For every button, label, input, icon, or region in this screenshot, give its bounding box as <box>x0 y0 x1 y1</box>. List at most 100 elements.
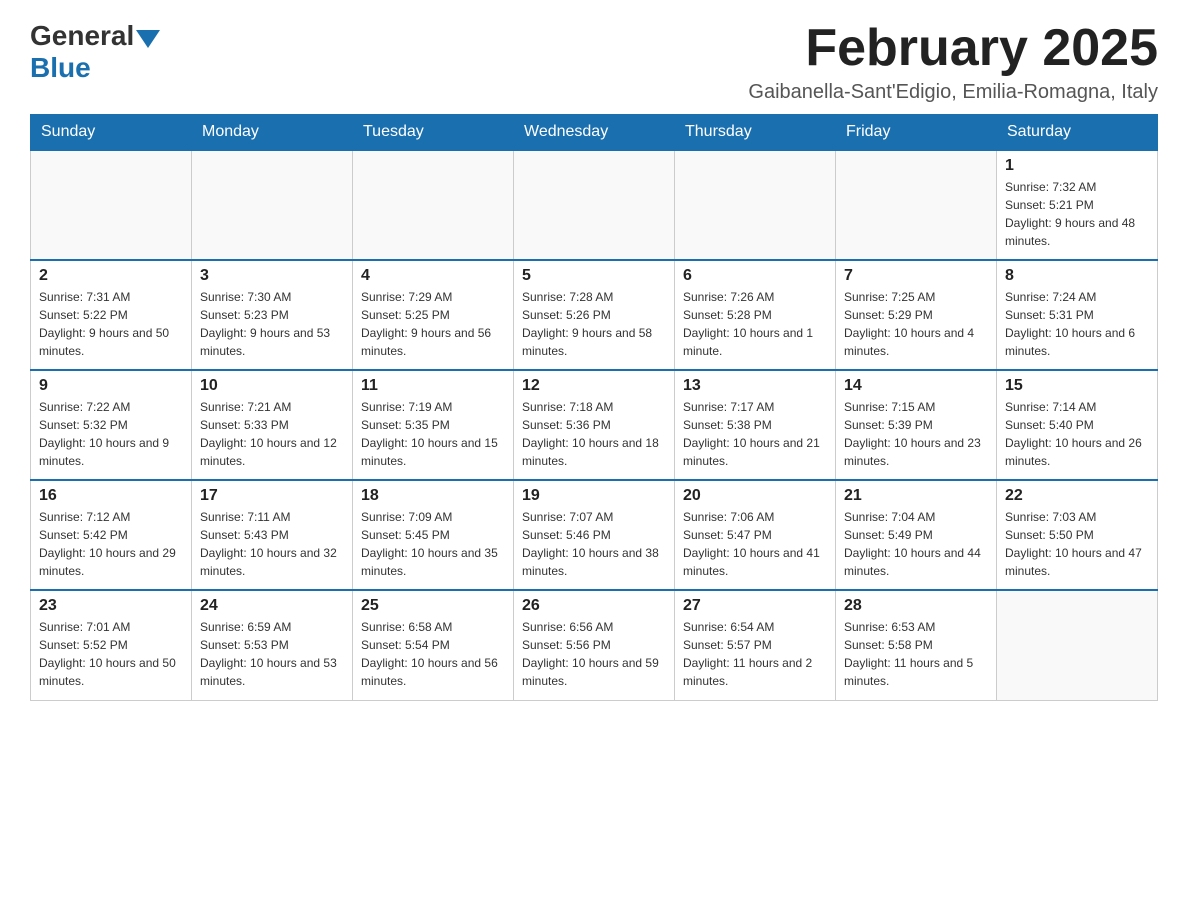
day-number: 14 <box>844 377 988 395</box>
calendar-cell: 12 Sunrise: 7:18 AMSunset: 5:36 PMDayligh… <box>514 370 675 480</box>
day-info: Sunrise: 7:09 AMSunset: 5:45 PMDaylight:… <box>361 508 505 580</box>
calendar-cell: 21 Sunrise: 7:04 AMSunset: 5:49 PMDayligh… <box>836 480 997 590</box>
day-number: 20 <box>683 487 827 505</box>
day-info: Sunrise: 7:21 AMSunset: 5:33 PMDaylight:… <box>200 398 344 470</box>
day-number: 11 <box>361 377 505 395</box>
calendar-cell <box>836 150 997 260</box>
calendar-cell: 26 Sunrise: 6:56 AMSunset: 5:56 PMDayligh… <box>514 590 675 700</box>
weekday-header-sunday: Sunday <box>31 115 192 151</box>
calendar-week-row: 2Sunrise: 7:31 AMSunset: 5:22 PMDaylight… <box>31 260 1158 370</box>
day-number: 16 <box>39 487 183 505</box>
weekday-header-wednesday: Wednesday <box>514 115 675 151</box>
calendar-cell: 10 Sunrise: 7:21 AMSunset: 5:33 PMDayligh… <box>192 370 353 480</box>
day-number: 22 <box>1005 487 1149 505</box>
calendar-cell: 14 Sunrise: 7:15 AMSunset: 5:39 PMDayligh… <box>836 370 997 480</box>
day-info: Sunrise: 7:07 AMSunset: 5:46 PMDaylight:… <box>522 508 666 580</box>
calendar-week-row: 23 Sunrise: 7:01 AMSunset: 5:52 PMDayligh… <box>31 590 1158 700</box>
calendar-week-row: 9Sunrise: 7:22 AMSunset: 5:32 PMDaylight… <box>31 370 1158 480</box>
day-info: Sunrise: 7:18 AMSunset: 5:36 PMDaylight:… <box>522 398 666 470</box>
day-info: Sunrise: 7:19 AMSunset: 5:35 PMDaylight:… <box>361 398 505 470</box>
day-info: Sunrise: 7:17 AMSunset: 5:38 PMDaylight:… <box>683 398 827 470</box>
calendar-cell: 20Sunrise: 7:06 AMSunset: 5:47 PMDayligh… <box>675 480 836 590</box>
day-info: Sunrise: 7:03 AMSunset: 5:50 PMDaylight:… <box>1005 508 1149 580</box>
calendar-cell: 5 Sunrise: 7:28 AMSunset: 5:26 PMDaylight… <box>514 260 675 370</box>
calendar-cell: 9Sunrise: 7:22 AMSunset: 5:32 PMDaylight… <box>31 370 192 480</box>
day-number: 6 <box>683 267 827 285</box>
day-info: Sunrise: 7:11 AMSunset: 5:43 PMDaylight:… <box>200 508 344 580</box>
day-info: Sunrise: 6:56 AMSunset: 5:56 PMDaylight:… <box>522 618 666 690</box>
day-info: Sunrise: 7:15 AMSunset: 5:39 PMDaylight:… <box>844 398 988 470</box>
day-info: Sunrise: 7:25 AMSunset: 5:29 PMDaylight:… <box>844 288 988 360</box>
day-info: Sunrise: 7:29 AMSunset: 5:25 PMDaylight:… <box>361 288 505 360</box>
day-number: 25 <box>361 597 505 615</box>
month-title: February 2025 <box>748 20 1158 77</box>
calendar-cell: 1 Sunrise: 7:32 AMSunset: 5:21 PMDaylight… <box>997 150 1158 260</box>
day-info: Sunrise: 7:31 AMSunset: 5:22 PMDaylight:… <box>39 288 183 360</box>
day-number: 1 <box>1005 157 1149 175</box>
logo: General Blue <box>30 20 162 84</box>
day-number: 9 <box>39 377 183 395</box>
calendar-cell: 13 Sunrise: 7:17 AMSunset: 5:38 PMDayligh… <box>675 370 836 480</box>
day-number: 10 <box>200 377 344 395</box>
calendar-cell: 11 Sunrise: 7:19 AMSunset: 5:35 PMDayligh… <box>353 370 514 480</box>
calendar-header-row: SundayMondayTuesdayWednesdayThursdayFrid… <box>31 115 1158 151</box>
day-info: Sunrise: 7:01 AMSunset: 5:52 PMDaylight:… <box>39 618 183 690</box>
calendar-cell: 17 Sunrise: 7:11 AMSunset: 5:43 PMDayligh… <box>192 480 353 590</box>
day-number: 17 <box>200 487 344 505</box>
weekday-header-tuesday: Tuesday <box>353 115 514 151</box>
day-number: 5 <box>522 267 666 285</box>
day-info: Sunrise: 6:54 AMSunset: 5:57 PMDaylight:… <box>683 618 827 690</box>
day-number: 8 <box>1005 267 1149 285</box>
title-section: February 2025 Gaibanella-Sant'Edigio, Em… <box>748 20 1158 104</box>
day-number: 12 <box>522 377 666 395</box>
calendar-cell: 8 Sunrise: 7:24 AMSunset: 5:31 PMDaylight… <box>997 260 1158 370</box>
logo-blue-text: Blue <box>30 52 91 84</box>
day-info: Sunrise: 7:28 AMSunset: 5:26 PMDaylight:… <box>522 288 666 360</box>
calendar-cell: 18 Sunrise: 7:09 AMSunset: 5:45 PMDayligh… <box>353 480 514 590</box>
day-info: Sunrise: 7:24 AMSunset: 5:31 PMDaylight:… <box>1005 288 1149 360</box>
calendar-cell: 6 Sunrise: 7:26 AMSunset: 5:28 PMDaylight… <box>675 260 836 370</box>
day-number: 21 <box>844 487 988 505</box>
day-number: 4 <box>361 267 505 285</box>
calendar-cell: 19Sunrise: 7:07 AMSunset: 5:46 PMDayligh… <box>514 480 675 590</box>
calendar-cell: 22 Sunrise: 7:03 AMSunset: 5:50 PMDayligh… <box>997 480 1158 590</box>
day-info: Sunrise: 6:59 AMSunset: 5:53 PMDaylight:… <box>200 618 344 690</box>
day-number: 13 <box>683 377 827 395</box>
calendar-cell: 16 Sunrise: 7:12 AMSunset: 5:42 PMDayligh… <box>31 480 192 590</box>
day-info: Sunrise: 6:58 AMSunset: 5:54 PMDaylight:… <box>361 618 505 690</box>
calendar-cell: 2Sunrise: 7:31 AMSunset: 5:22 PMDaylight… <box>31 260 192 370</box>
page-header: General Blue February 2025 Gaibanella-Sa… <box>30 20 1158 104</box>
calendar-cell: 25 Sunrise: 6:58 AMSunset: 5:54 PMDayligh… <box>353 590 514 700</box>
calendar-cell <box>997 590 1158 700</box>
weekday-header-saturday: Saturday <box>997 115 1158 151</box>
calendar-cell <box>353 150 514 260</box>
calendar-cell: 27 Sunrise: 6:54 AMSunset: 5:57 PMDayligh… <box>675 590 836 700</box>
calendar-table: SundayMondayTuesdayWednesdayThursdayFrid… <box>30 114 1158 701</box>
day-number: 3 <box>200 267 344 285</box>
day-number: 18 <box>361 487 505 505</box>
calendar-cell <box>514 150 675 260</box>
day-number: 24 <box>200 597 344 615</box>
day-info: Sunrise: 7:04 AMSunset: 5:49 PMDaylight:… <box>844 508 988 580</box>
calendar-cell <box>31 150 192 260</box>
weekday-header-thursday: Thursday <box>675 115 836 151</box>
day-number: 23 <box>39 597 183 615</box>
day-info: Sunrise: 7:14 AMSunset: 5:40 PMDaylight:… <box>1005 398 1149 470</box>
day-number: 27 <box>683 597 827 615</box>
logo-general-text: General <box>30 20 134 52</box>
calendar-cell: 15Sunrise: 7:14 AMSunset: 5:40 PMDayligh… <box>997 370 1158 480</box>
day-number: 7 <box>844 267 988 285</box>
weekday-header-friday: Friday <box>836 115 997 151</box>
day-number: 26 <box>522 597 666 615</box>
day-info: Sunrise: 7:12 AMSunset: 5:42 PMDaylight:… <box>39 508 183 580</box>
day-info: Sunrise: 7:32 AMSunset: 5:21 PMDaylight:… <box>1005 178 1149 250</box>
calendar-cell: 7 Sunrise: 7:25 AMSunset: 5:29 PMDaylight… <box>836 260 997 370</box>
day-number: 28 <box>844 597 988 615</box>
calendar-cell: 3Sunrise: 7:30 AMSunset: 5:23 PMDaylight… <box>192 260 353 370</box>
calendar-cell <box>192 150 353 260</box>
calendar-week-row: 16 Sunrise: 7:12 AMSunset: 5:42 PMDayligh… <box>31 480 1158 590</box>
calendar-cell: 23 Sunrise: 7:01 AMSunset: 5:52 PMDayligh… <box>31 590 192 700</box>
calendar-cell: 28Sunrise: 6:53 AMSunset: 5:58 PMDayligh… <box>836 590 997 700</box>
day-info: Sunrise: 7:26 AMSunset: 5:28 PMDaylight:… <box>683 288 827 360</box>
location-title: Gaibanella-Sant'Edigio, Emilia-Romagna, … <box>748 81 1158 104</box>
